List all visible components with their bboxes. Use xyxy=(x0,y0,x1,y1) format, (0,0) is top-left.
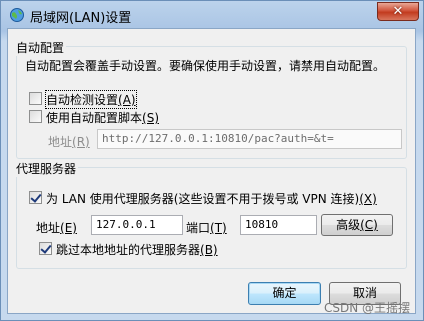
proxy-address-input[interactable]: 127.0.0.1 xyxy=(91,215,183,235)
auto-detect-accel: (A) xyxy=(118,93,136,107)
auto-config-description: 自动配置会覆盖手动设置。要确保使用手动设置，请禁用自动配置。 xyxy=(25,59,386,73)
csdn-watermark: CSDN @王摇摆 xyxy=(323,301,410,315)
auto-detect-text: 自动检测设置 xyxy=(46,93,119,107)
bypass-local-label[interactable]: 跳过本地地址的代理服务器(B) xyxy=(56,241,218,258)
advanced-accel: (C) xyxy=(360,218,378,232)
port-accel: (T) xyxy=(210,221,227,235)
bypass-local-checkbox[interactable] xyxy=(39,242,52,255)
script-address-text: 地址 xyxy=(48,135,73,149)
script-address-input[interactable]: http://127.0.0.1:10810/pac?auth=&t= xyxy=(97,129,402,149)
proxy-address-accel: (E) xyxy=(60,221,77,235)
bypass-local-accel: (B) xyxy=(200,243,218,257)
proxy-group-title: 代理服务器 xyxy=(16,160,79,177)
network-globe-icon xyxy=(10,8,24,22)
port-text: 端口 xyxy=(186,221,211,235)
advanced-button[interactable]: 高级(C) xyxy=(321,214,393,236)
use-proxy-label[interactable]: 为 LAN 使用代理服务器(这些设置不用于拨号或 VPN 连接)(X) xyxy=(46,190,377,207)
port-label: 端口(T) xyxy=(186,219,227,236)
close-button[interactable]: ✕ xyxy=(377,2,419,21)
window-title: 局域网(LAN)设置 xyxy=(30,11,132,26)
proxy-address-text: 地址 xyxy=(36,221,61,235)
use-script-checkbox[interactable] xyxy=(29,110,42,123)
use-proxy-accel: (X) xyxy=(359,192,377,206)
proxy-address-label: 地址(E) xyxy=(36,219,77,236)
dialog-body: 自动配置 自动配置会覆盖手动设置。要确保使用手动设置，请禁用自动配置。 自动检测… xyxy=(7,28,416,314)
use-script-accel: (S) xyxy=(142,111,159,125)
use-proxy-checkbox[interactable] xyxy=(29,191,42,204)
ok-button[interactable]: 确定 xyxy=(248,282,321,305)
use-script-text: 使用自动配置脚本 xyxy=(46,111,143,125)
use-proxy-text: 为 LAN 使用代理服务器(这些设置不用于拨号或 VPN 连接) xyxy=(46,192,360,206)
script-address-label: 地址(R) xyxy=(48,133,90,150)
auto-detect-label[interactable]: 自动检测设置(A) xyxy=(45,90,137,109)
auto-config-group-title: 自动配置 xyxy=(16,39,67,56)
port-input[interactable]: 10810 xyxy=(240,215,317,235)
script-address-accel: (R) xyxy=(72,135,90,149)
use-script-label[interactable]: 使用自动配置脚本(S) xyxy=(46,109,159,126)
close-icon: ✕ xyxy=(392,4,404,19)
bypass-local-text: 跳过本地地址的代理服务器 xyxy=(56,243,201,257)
title-bar[interactable]: 局域网(LAN)设置 ✕ xyxy=(1,1,424,29)
auto-detect-checkbox[interactable] xyxy=(29,92,42,105)
advanced-text: 高级 xyxy=(336,218,361,232)
